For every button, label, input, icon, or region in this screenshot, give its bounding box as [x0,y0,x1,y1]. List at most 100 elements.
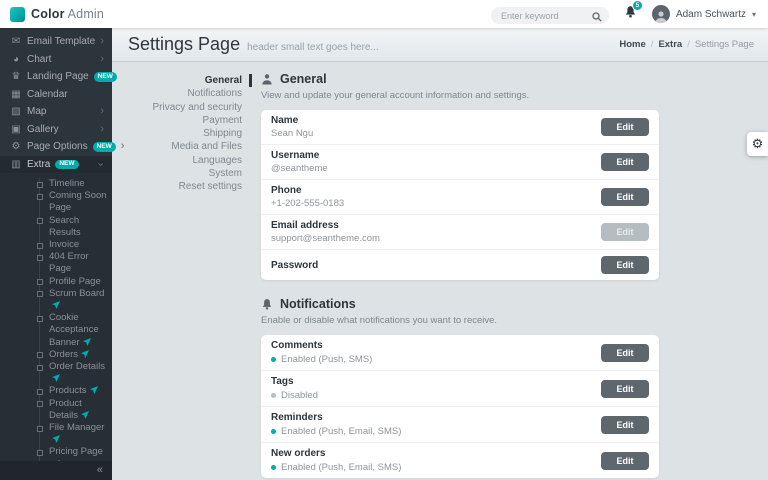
breadcrumb-home[interactable]: Home [619,39,645,50]
user-name: Adam Schwartz [676,9,746,20]
chevron-down-icon: › [95,162,106,166]
sidebar-item-map[interactable]: ▧ Map › [0,103,112,121]
status-dot-enabled [271,357,276,362]
submenu-item-invoice[interactable]: Invoice [40,239,112,251]
submenu-item-order-details[interactable]: Order Details [40,361,112,385]
edit-phone-button[interactable]: Edit [601,188,649,206]
setting-label: New orders [271,448,601,459]
sidebar-item-email-template[interactable]: ✉ Email Template › [0,33,112,51]
submenu-label: File Manager [49,422,104,433]
caret-down-icon: ▾ [752,10,756,19]
edit-email-button[interactable]: Edit [601,223,649,241]
submenu-item-profile-page[interactable]: Profile Page [40,276,112,288]
chevron-right-icon: › [121,141,125,152]
app-logo[interactable]: Color Admin [0,7,104,22]
sidebar: ✉ Email Template › ◕ Chart › ♛ Landing P… [0,28,112,480]
crown-icon: ♛ [10,71,22,82]
chevron-right-icon: › [100,54,104,65]
settings-nav-general[interactable]: General [128,74,252,87]
settings-nav-media-and-files[interactable]: Media and Files [128,140,252,153]
submenu-item-products[interactable]: Products [40,385,112,397]
sidebar-item-gallery[interactable]: ▣ Gallery › [0,121,112,139]
submenu-item-product-details[interactable]: Product Details [40,398,112,422]
settings-nav-shipping[interactable]: Shipping [128,127,252,140]
submenu-item-search-results[interactable]: Search Results [40,215,112,239]
edit-reminders-button[interactable]: Edit [601,416,649,434]
status-dot-enabled [271,429,276,434]
settings-sections: General View and update your general acc… [261,72,659,480]
setting-row-new-orders: New orders Enabled (Push, Email, SMS) Ed… [261,443,659,478]
calendar-icon: ▦ [10,89,22,100]
settings-content: General Notifications Privacy and securi… [112,62,768,480]
submenu-label: Order Details [49,361,105,372]
status-dot-enabled [271,465,276,470]
setting-value: @seantheme [271,163,601,174]
status-text: Enabled (Push, Email, SMS) [281,462,401,473]
search-icon[interactable] [592,9,602,27]
gift-icon: ▥ [10,159,22,170]
submenu-item-orders[interactable]: Orders [40,349,112,361]
sidebar-item-calendar[interactable]: ▦ Calendar [0,86,112,104]
settings-nav-notifications[interactable]: Notifications [128,87,252,100]
submenu-item-scrum-board[interactable]: Scrum Board [40,288,112,312]
sidebar-item-landing-page[interactable]: ♛ Landing Page NEW [0,68,112,86]
logo-text-light: Admin [68,7,104,21]
page-subtitle: header small text goes here... [247,42,379,53]
setting-label: Phone [271,185,601,196]
submenu-label: Product Details [49,398,82,421]
submenu-item-cookie-acceptance-banner[interactable]: Cookie Acceptance Banner [40,312,112,349]
edit-new-orders-button[interactable]: Edit [601,452,649,470]
settings-nav-reset-settings[interactable]: Reset settings [128,180,252,193]
pie-chart-icon: ◕ [10,54,22,65]
setting-value: Sean Ngu [271,128,601,139]
send-icon [90,386,98,394]
setting-label: Email address [271,220,601,231]
send-icon [52,374,60,382]
user-icon [261,73,273,85]
gear-icon: ⚙ [752,136,764,152]
user-menu[interactable]: Adam Schwartz ▾ [652,5,756,23]
edit-tags-button[interactable]: Edit [601,380,649,398]
submenu-label: Pricing Page [49,446,103,457]
submenu-item-timeline[interactable]: Timeline [40,178,112,190]
sidebar-item-page-options[interactable]: ⚙ Page Options NEW › [0,138,112,156]
envelope-icon: ✉ [10,36,22,47]
theme-settings-button[interactable]: ⚙ [747,132,768,156]
settings-nav-system[interactable]: System [128,167,252,180]
settings-nav-privacy-and-security[interactable]: Privacy and security [128,101,252,114]
notifications-bell[interactable]: 5 [624,5,637,24]
chevron-right-icon: › [100,36,104,47]
edit-name-button[interactable]: Edit [601,118,649,136]
edit-password-button[interactable]: Edit [601,256,649,274]
new-badge: NEW [94,72,117,82]
page-title-text: Settings Page [128,34,240,55]
logo-text: Color Admin [31,7,104,21]
top-header: Color Admin 5 Adam Schwartz ▾ [0,0,768,28]
edit-username-button[interactable]: Edit [601,153,649,171]
settings-nav: General Notifications Privacy and securi… [128,72,252,480]
send-icon [52,301,60,309]
section-general-description: View and update your general account inf… [261,90,659,101]
status-text: Disabled [281,390,318,401]
breadcrumb-separator: / [651,39,654,50]
edit-comments-button[interactable]: Edit [601,344,649,362]
breadcrumb-extra[interactable]: Extra [658,39,682,50]
breadcrumb-separator: / [687,39,690,50]
section-notifications: Notifications Enable or disable what not… [261,297,659,478]
extra-submenu: Timeline Coming Soon Page Search Results… [0,173,112,480]
submenu-item-file-manager[interactable]: File Manager [40,422,112,446]
map-icon: ▧ [10,106,22,117]
sidebar-collapse-button[interactable]: « [97,465,103,476]
settings-nav-payment[interactable]: Payment [128,114,252,127]
sidebar-item-extra[interactable]: ▥ Extra NEW › [0,156,112,174]
setting-row-password: Password Edit [261,250,659,280]
submenu-item-coming-soon-page[interactable]: Coming Soon Page [40,190,112,214]
sidebar-item-chart[interactable]: ◕ Chart › [0,51,112,69]
sidebar-item-label: Calendar [27,89,68,100]
section-notifications-heading: Notifications [261,297,659,311]
setting-label: Reminders [271,412,601,423]
sidebar-item-label: Chart [27,54,51,65]
chevron-right-icon: › [100,106,104,117]
submenu-item-404-error-page[interactable]: 404 Error Page [40,251,112,275]
settings-nav-languages[interactable]: Languages [128,154,252,167]
